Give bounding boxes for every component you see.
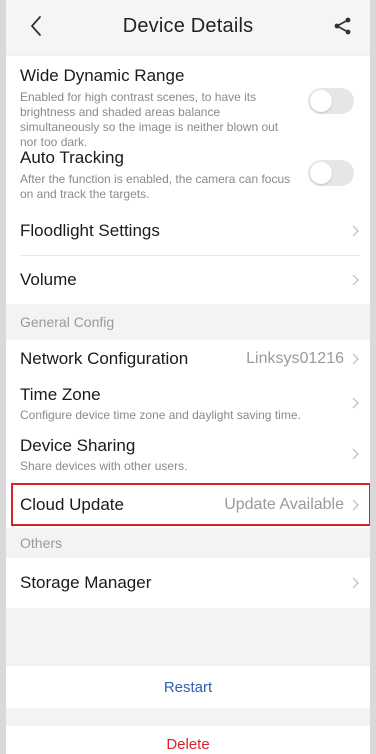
cloud-update-row[interactable]: Cloud Update Update Available xyxy=(0,484,376,526)
chevron-right-icon xyxy=(352,397,359,409)
floodlight-settings-row[interactable]: Floodlight Settings xyxy=(0,206,376,256)
page-title: Device Details xyxy=(122,14,254,37)
time-zone-row[interactable]: Time Zone Configure device time zone and… xyxy=(0,378,376,428)
network-configuration-row[interactable]: Network Configuration Linksys01216 xyxy=(0,340,376,378)
chevron-right-icon xyxy=(352,274,359,286)
storage-manager-row[interactable]: Storage Manager xyxy=(0,558,376,608)
chevron-right-icon xyxy=(352,225,359,237)
toggle-knob xyxy=(310,162,332,184)
toggle-knob xyxy=(310,90,332,112)
cloud-update-label: Cloud Update xyxy=(20,495,124,514)
back-button[interactable] xyxy=(24,12,48,40)
network-configuration-label: Network Configuration xyxy=(20,349,189,368)
wdr-toggle[interactable] xyxy=(308,88,354,114)
chevron-right-icon xyxy=(352,353,359,365)
settings-section: Wide Dynamic Range Enabled for high cont… xyxy=(0,56,376,304)
time-zone-label: Time Zone xyxy=(20,385,101,404)
auto-tracking-toggle[interactable] xyxy=(308,160,354,186)
share-button[interactable] xyxy=(332,14,354,38)
wdr-label: Wide Dynamic Range xyxy=(20,66,185,85)
device-sharing-row[interactable]: Device Sharing Share devices with other … xyxy=(0,428,376,480)
chevron-right-icon xyxy=(352,577,359,589)
floodlight-settings-label: Floodlight Settings xyxy=(20,221,160,240)
share-icon xyxy=(334,17,351,35)
header-bar: Device Details xyxy=(0,0,376,52)
auto-tracking-description: After the function is enabled, the camer… xyxy=(20,172,291,201)
others-heading: Others xyxy=(0,528,376,558)
wdr-row: Wide Dynamic Range Enabled for high cont… xyxy=(0,56,376,149)
volume-label: Volume xyxy=(20,270,77,289)
delete-button[interactable]: Delete xyxy=(0,726,376,754)
general-config-heading: General Config xyxy=(0,304,376,340)
general-config-section: Network Configuration Linksys01216 Time … xyxy=(0,340,376,528)
restart-label: Restart xyxy=(163,678,213,696)
network-configuration-value: Linksys01216 xyxy=(246,350,344,367)
chevron-left-icon xyxy=(31,16,41,36)
cloud-update-status: Update Available xyxy=(224,496,344,513)
device-sharing-label: Device Sharing xyxy=(20,436,136,455)
others-section: Storage Manager xyxy=(0,558,376,608)
auto-tracking-label: Auto Tracking xyxy=(20,148,124,167)
chevron-right-icon xyxy=(352,499,359,511)
restart-button[interactable]: Restart xyxy=(0,666,376,708)
auto-tracking-row: Auto Tracking After the function is enab… xyxy=(0,140,376,206)
storage-manager-label: Storage Manager xyxy=(20,573,152,592)
chevron-right-icon xyxy=(352,448,359,460)
time-zone-description: Configure device time zone and daylight … xyxy=(20,408,301,422)
device-sharing-description: Share devices with other users. xyxy=(20,459,188,473)
general-config-label: General Config xyxy=(20,314,115,330)
others-label: Others xyxy=(20,535,63,551)
volume-row[interactable]: Volume xyxy=(0,256,376,304)
delete-label: Delete xyxy=(166,736,210,753)
